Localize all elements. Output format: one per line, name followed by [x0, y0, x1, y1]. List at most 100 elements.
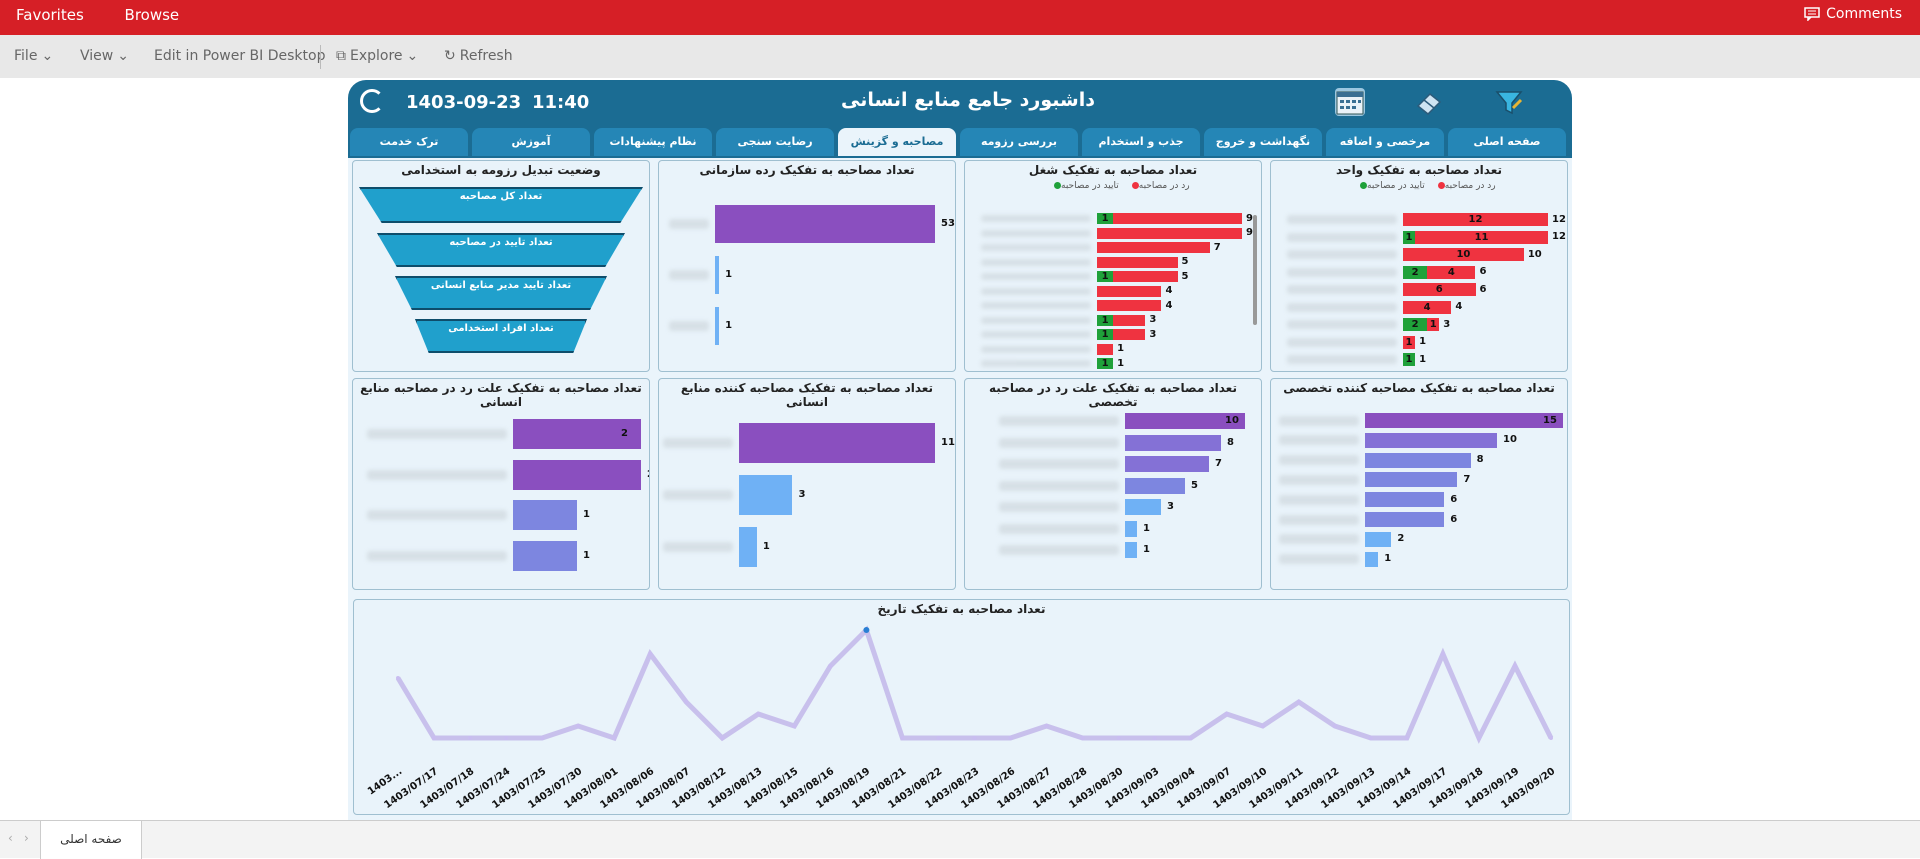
chart-by-job[interactable]: تعداد مصاحبه به تفکیک شغل تایید در مصاحب… — [964, 160, 1262, 372]
legend: تایید در مصاحبه رد در مصاحبه — [1051, 181, 1190, 191]
category-label — [1287, 232, 1397, 242]
data-point[interactable] — [504, 736, 509, 740]
data-point[interactable] — [612, 736, 617, 740]
data-point[interactable] — [972, 736, 977, 740]
category-label — [1287, 285, 1397, 294]
view-menu[interactable]: View ⌄ — [80, 48, 129, 64]
data-point[interactable] — [1260, 724, 1265, 728]
funnel-stage[interactable]: تعداد تایید در مصاحبه — [377, 233, 625, 267]
data-point[interactable] — [648, 652, 653, 656]
data-point[interactable] — [936, 736, 941, 740]
data-point[interactable] — [1296, 700, 1301, 704]
chart-title: تعداد مصاحبه به تفکیک علت رد در مصاحبه م… — [360, 381, 642, 409]
calendar-icon[interactable] — [1335, 88, 1365, 116]
bar-reject — [1097, 300, 1162, 311]
category-label — [1287, 215, 1397, 224]
tab-home[interactable]: صفحه اصلی — [1448, 128, 1566, 156]
data-point[interactable] — [1008, 736, 1013, 740]
bar — [1365, 551, 1379, 567]
filter-icon[interactable] — [1494, 88, 1524, 116]
tab-termination[interactable]: ترک خدمت — [350, 128, 468, 156]
chart-by-hr-interviewer[interactable]: تعداد مصاحبه به تفکیک مصاحبه کننده منابع… — [658, 378, 956, 590]
data-point[interactable] — [863, 627, 870, 633]
funnel-stage[interactable]: تعداد افراد استخدامی — [415, 319, 587, 353]
refresh-icon[interactable] — [360, 89, 384, 113]
data-point[interactable] — [468, 736, 473, 740]
tab-suggestions[interactable]: نظام پیشنهادات — [594, 128, 712, 156]
data-point[interactable] — [1080, 736, 1085, 740]
chevron-right-icon[interactable]: › — [24, 831, 29, 845]
funnel-stage[interactable]: تعداد تایید مدیر منابع انسانی — [395, 276, 607, 310]
chart-by-specialist[interactable]: تعداد مصاحبه به تفکیک مصاحبه کننده تخصصی… — [1270, 378, 1568, 590]
chart-funnel[interactable]: وضعیت تبدیل رزومه به استخدامی تعداد کل م… — [352, 160, 650, 372]
refresh-button[interactable]: ↻ Refresh — [444, 48, 513, 64]
chart-by-date[interactable]: تعداد مصاحبه به تفکیک تاریخ 1403... 1403/… — [353, 599, 1570, 815]
data-point[interactable] — [720, 736, 725, 740]
data-point[interactable] — [1440, 652, 1445, 656]
category-label — [669, 219, 709, 229]
eraser-icon[interactable] — [1414, 88, 1444, 116]
data-point[interactable] — [1512, 664, 1517, 668]
total-label: 3 — [1149, 328, 1157, 340]
chart-by-specialist-reason[interactable]: تعداد مصاحبه به تفکیک علت رد در مصاحبه ت… — [964, 378, 1262, 590]
tab-leave-overtime[interactable]: مرخصی و اضافه کاری — [1326, 128, 1444, 176]
data-point[interactable] — [1044, 724, 1049, 728]
data-point[interactable] — [1549, 736, 1553, 740]
tab-retention-exit[interactable]: نگهداشت و خروج — [1204, 128, 1322, 156]
data-point[interactable] — [828, 664, 833, 668]
funnel-stage[interactable]: تعداد کل مصاحبه — [359, 187, 643, 223]
tab-satisfaction[interactable]: رضایت سنجی — [716, 128, 834, 156]
chart-by-hr-reason[interactable]: تعداد مصاحبه به تفکیک علت رد در مصاحبه م… — [352, 378, 650, 590]
total-label: 1 — [1419, 353, 1427, 365]
category-label — [999, 523, 1119, 534]
series-line — [395, 625, 1554, 744]
top-bar: Favorites Browse Comments — [0, 0, 1920, 35]
tab-interview[interactable]: مصاحبه و گزینش — [838, 128, 956, 156]
data-label: 6 — [1450, 493, 1458, 505]
data-point[interactable] — [756, 712, 761, 716]
data-point[interactable] — [540, 736, 545, 740]
chart-by-unit[interactable]: تعداد مصاحبه به تفکیک واحد تایید در مصاح… — [1270, 160, 1568, 372]
explore-menu[interactable]: ⧉ Explore ⌄ — [336, 48, 418, 64]
data-point[interactable] — [1476, 736, 1481, 740]
total-label: 5 — [1181, 256, 1189, 267]
data-point[interactable] — [1368, 736, 1373, 740]
page-tab-home[interactable]: صفحه اصلی — [40, 821, 142, 859]
category-label — [981, 302, 1091, 309]
category-label — [1279, 415, 1359, 426]
tab-recruitment[interactable]: جذب و استخدام — [1082, 128, 1200, 156]
data-point[interactable] — [576, 724, 581, 728]
nav-browse[interactable]: Browse — [125, 6, 180, 24]
category-label — [1279, 494, 1359, 505]
data-point[interactable] — [396, 676, 400, 680]
data-point[interactable] — [792, 724, 797, 728]
data-point[interactable] — [684, 700, 689, 704]
data-point[interactable] — [1116, 736, 1121, 740]
data-point[interactable] — [1332, 724, 1337, 728]
nav-favorites[interactable]: Favorites — [16, 6, 84, 24]
file-menu[interactable]: File ⌄ — [14, 48, 53, 64]
data-point[interactable] — [432, 736, 437, 740]
data-point[interactable] — [1224, 712, 1229, 716]
data-label: 10 — [1503, 434, 1517, 446]
category-label — [1287, 355, 1397, 364]
data-label: 2 — [621, 428, 628, 439]
bar — [715, 256, 720, 294]
chevron-down-icon: ⌄ — [406, 48, 419, 64]
total-label: 12 — [1552, 231, 1566, 242]
data-point[interactable] — [1404, 736, 1409, 740]
data-point[interactable] — [900, 736, 905, 740]
edit-desktop-button[interactable]: Edit in Power BI Desktop — [154, 48, 325, 64]
data-label: 3 — [798, 489, 806, 500]
chart-title: وضعیت تبدیل رزومه به استخدامی — [401, 163, 601, 177]
chevron-left-icon[interactable]: ‹ — [8, 831, 13, 845]
chart-by-rank[interactable]: تعداد مصاحبه به تفکیک رده سازمانی 53 1 1 — [658, 160, 956, 372]
comments-button[interactable]: Comments — [1804, 6, 1902, 22]
scrollbar[interactable] — [1253, 215, 1257, 325]
tab-training[interactable]: آموزش — [472, 128, 590, 156]
data-point[interactable] — [1152, 736, 1157, 740]
tab-resume-review[interactable]: بررسی رزومه — [960, 128, 1078, 156]
data-point[interactable] — [1188, 736, 1193, 740]
bar-reject — [1113, 271, 1178, 282]
chevron-down-icon: ⌄ — [117, 48, 129, 64]
